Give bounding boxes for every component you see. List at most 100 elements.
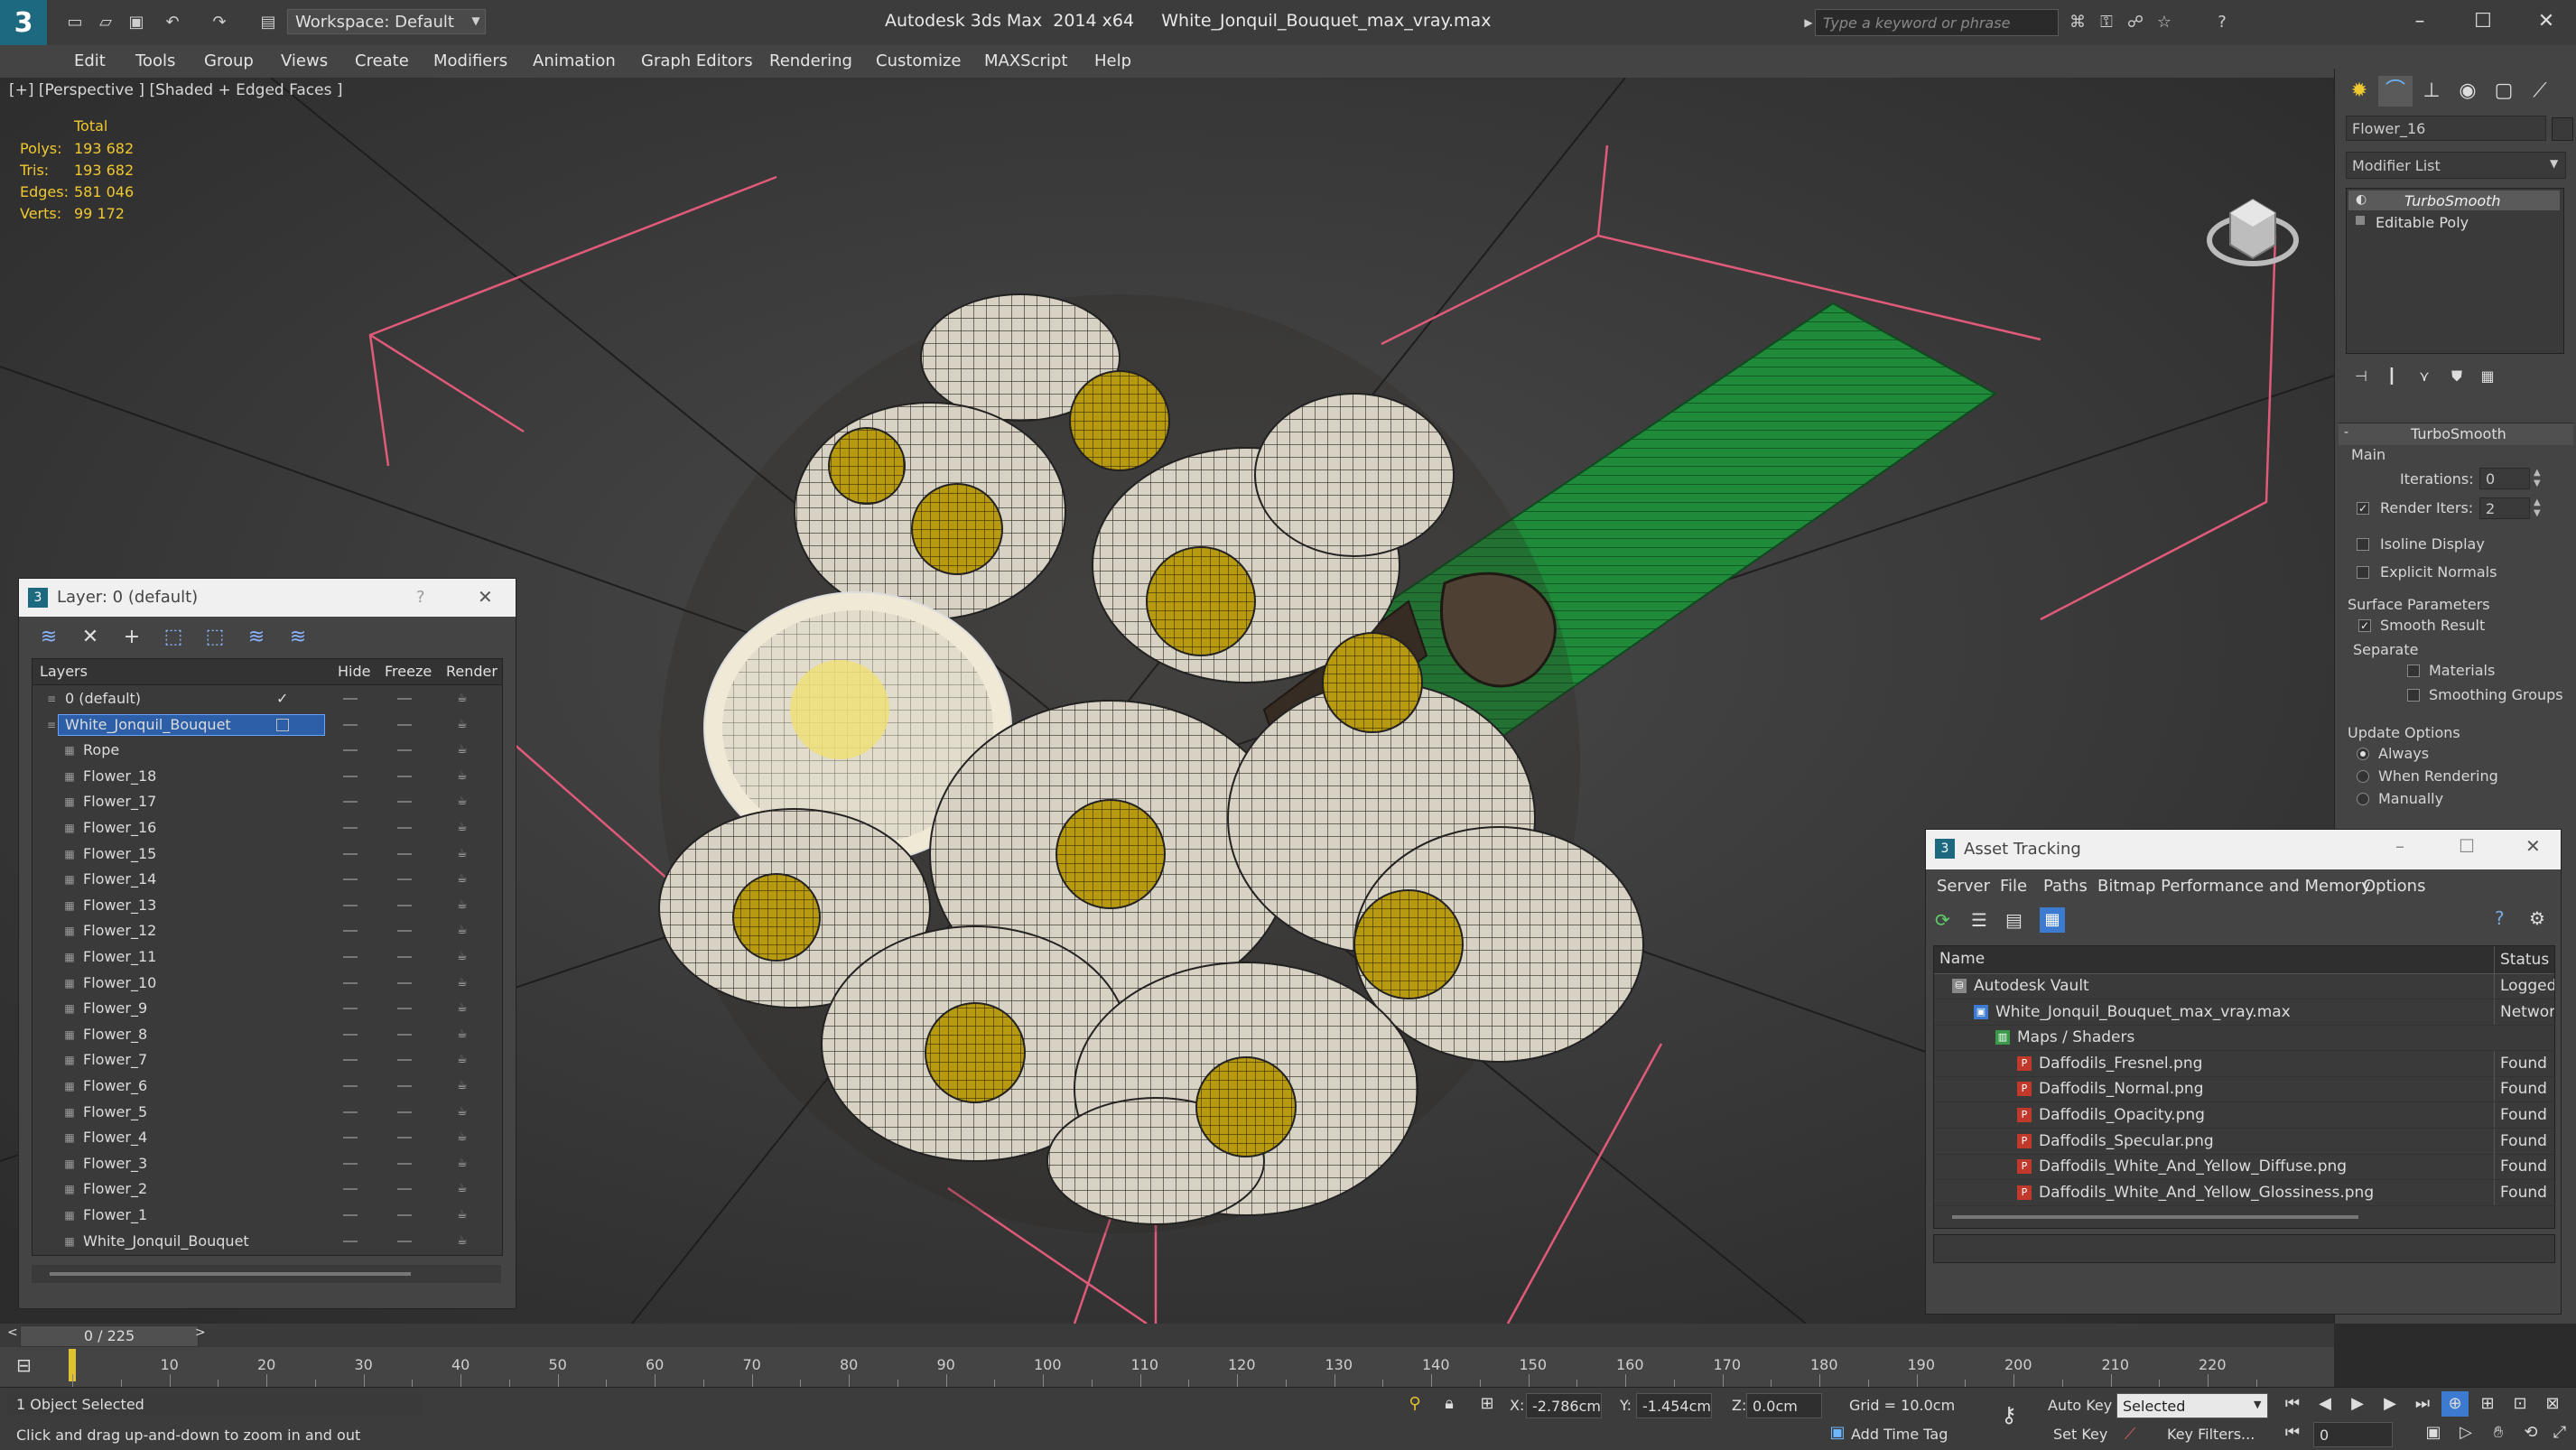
lightbulb-icon[interactable]: ◐: [2356, 192, 2367, 207]
asset-row[interactable]: P Daffodils_Specular.png Found: [1934, 1128, 2554, 1155]
smooth-result-checkbox[interactable]: ✓: [2358, 619, 2371, 632]
minimize-icon[interactable]: –: [2402, 5, 2438, 38]
hide-toggle[interactable]: [343, 981, 358, 984]
render-iters-spinner[interactable]: 2: [2479, 497, 2530, 519]
render-teapot-icon[interactable]: ☕︎: [457, 898, 470, 912]
layer-row[interactable]: ▦ Flower_8 ☕︎: [33, 1022, 502, 1047]
render-teapot-icon[interactable]: ☕︎: [457, 1234, 470, 1248]
chevron-down-icon[interactable]: ▼: [466, 11, 486, 31]
new-file-icon[interactable]: ▭: [65, 13, 85, 33]
go-to-end-icon[interactable]: ⏭︎: [2409, 1391, 2436, 1417]
zoom-extents-icon[interactable]: ⊡: [2506, 1391, 2534, 1417]
curve-editor-icon[interactable]: ⊟: [16, 1354, 32, 1376]
workspace-dropdown[interactable]: Workspace: Default: [287, 9, 486, 34]
go-to-start-icon[interactable]: ⏮︎: [2279, 1391, 2306, 1417]
menu-tools[interactable]: Tools: [135, 45, 175, 78]
hide-toggle[interactable]: [343, 1137, 358, 1139]
render-teapot-icon[interactable]: ☕︎: [457, 1080, 470, 1092]
settings-icon[interactable]: ⚙: [2529, 907, 2545, 929]
list-view-icon[interactable]: ☰: [1971, 909, 1987, 931]
field-of-view-icon[interactable]: ▷: [2452, 1420, 2479, 1445]
hide-toggle[interactable]: [343, 956, 358, 958]
hide-toggle[interactable]: [343, 827, 358, 829]
layer-row[interactable]: ▦ Flower_10 ☕︎: [33, 971, 502, 996]
key-mode-icon[interactable]: ⏮︎: [2279, 1420, 2306, 1445]
layer-row[interactable]: ▦ Flower_18 ☕︎: [33, 764, 502, 789]
freeze-toggle[interactable]: [397, 723, 412, 726]
x-coordinate-field[interactable]: -2.786cm: [1526, 1393, 1602, 1418]
hierarchy-tab-icon[interactable]: ⊥: [2414, 76, 2449, 107]
active-layer-check-icon[interactable]: ✓: [276, 690, 288, 707]
key-icon[interactable]: ⚷: [1995, 1402, 2023, 1427]
layer-scrollbar[interactable]: [32, 1265, 501, 1283]
turbosmooth-rollout-header[interactable]: - TurboSmooth: [2339, 423, 2573, 445]
render-teapot-icon[interactable]: ☕︎: [457, 718, 470, 731]
play-icon[interactable]: ▶︎: [2344, 1391, 2371, 1417]
menu-rendering[interactable]: Rendering: [769, 45, 852, 78]
column-freeze[interactable]: Freeze: [385, 659, 432, 684]
motion-tab-icon[interactable]: ◉: [2450, 76, 2485, 107]
menu-create[interactable]: Create: [355, 45, 409, 78]
hide-toggle[interactable]: [343, 1085, 358, 1087]
time-tag-icon[interactable]: ▣: [1824, 1420, 1851, 1445]
render-teapot-icon[interactable]: ☕︎: [457, 692, 470, 705]
stack-item-editable-poly[interactable]: Editable Poly: [2348, 212, 2560, 232]
modify-tab-icon[interactable]: ⌒: [2378, 76, 2413, 107]
freeze-toggle[interactable]: [397, 852, 412, 855]
asset-row[interactable]: ▥ Maps / Shaders: [1934, 1025, 2554, 1052]
prev-frame-icon[interactable]: <: [7, 1325, 18, 1340]
manually-radio[interactable]: [2357, 793, 2369, 805]
freeze-toggle[interactable]: [397, 775, 412, 777]
menu-server[interactable]: Server: [1937, 871, 1990, 902]
layer-row[interactable]: ▦ Flower_4 ☕︎: [33, 1125, 502, 1150]
menu-graph-editors[interactable]: Graph Editors: [641, 45, 753, 78]
hide-toggle[interactable]: [343, 904, 358, 906]
hide-toggle[interactable]: [343, 723, 358, 726]
hide-toggle[interactable]: [343, 1214, 358, 1216]
render-teapot-icon[interactable]: ☕︎: [457, 1209, 470, 1222]
tree-view-icon[interactable]: ▤: [2005, 909, 2023, 931]
layer-row[interactable]: ≡ 0 (default) ✓ ☕︎: [33, 686, 502, 711]
redo-icon[interactable]: ↷: [209, 13, 229, 33]
always-radio[interactable]: [2357, 748, 2369, 760]
refresh-icon[interactable]: ⟳: [1935, 909, 1950, 931]
layer-row[interactable]: ▦ Flower_9 ☕︎: [33, 996, 502, 1021]
isolate-icon[interactable]: ⚲: [1401, 1391, 1428, 1417]
render-teapot-icon[interactable]: ☕︎: [457, 744, 470, 757]
minimize-icon[interactable]: –: [2395, 835, 2404, 857]
spinner-arrows-icon[interactable]: ▲ ▼: [2534, 497, 2541, 519]
hide-toggle[interactable]: [343, 1008, 358, 1010]
layer-dialog-titlebar[interactable]: 3 Layer: 0 (default) ? ✕: [19, 579, 516, 617]
orbit-icon[interactable]: ⟲: [2517, 1420, 2544, 1445]
time-slider[interactable]: < 0 / 225 >: [0, 1324, 2334, 1347]
hide-toggle[interactable]: [343, 878, 358, 881]
zoom-extents-all-icon[interactable]: ⊠: [2539, 1391, 2566, 1417]
zoom-all-icon[interactable]: ⊞: [2474, 1391, 2501, 1417]
render-teapot-icon[interactable]: ☕︎: [457, 976, 470, 990]
maximize-icon[interactable]: ☐: [2459, 835, 2475, 857]
column-layers[interactable]: Layers: [40, 659, 88, 684]
layer-row[interactable]: ▦ Flower_15 ☕︎: [33, 841, 502, 867]
asset-scrollbar[interactable]: [1952, 1215, 2358, 1219]
layer-row[interactable]: ▦ Flower_12 ☕︎: [33, 918, 502, 943]
auto-key-button[interactable]: Auto Key: [2048, 1397, 2112, 1414]
freeze-toggle[interactable]: [397, 749, 412, 752]
delete-layer-icon[interactable]: ✕: [77, 624, 104, 651]
menu-customize[interactable]: Customize: [876, 45, 961, 78]
add-to-layer-icon[interactable]: +: [118, 624, 145, 651]
layer-row[interactable]: ▦ Flower_1 ☕︎: [33, 1203, 502, 1228]
column-name[interactable]: Name: [1939, 950, 1985, 968]
time-config-icon[interactable]: ▣: [2420, 1420, 2447, 1445]
open-file-icon[interactable]: ▱: [96, 13, 116, 33]
render-teapot-icon[interactable]: ☕︎: [457, 925, 470, 937]
isoline-display-checkbox[interactable]: [2357, 538, 2369, 551]
menu-help[interactable]: Help: [1094, 45, 1131, 78]
render-teapot-icon[interactable]: ☕︎: [457, 795, 470, 808]
key-mode-dropdown[interactable]: Selected: [2116, 1393, 2268, 1418]
pin-stack-icon[interactable]: ⊣: [2344, 361, 2378, 392]
subscription-icon[interactable]: ⚿: [2097, 13, 2116, 33]
asset-dialog-titlebar[interactable]: 3 Asset Tracking – ☐ ✕: [1926, 830, 2561, 869]
freeze-toggle[interactable]: [397, 801, 412, 804]
maximize-icon[interactable]: ☐: [2465, 5, 2501, 38]
current-frame-field[interactable]: 0: [2313, 1422, 2393, 1447]
